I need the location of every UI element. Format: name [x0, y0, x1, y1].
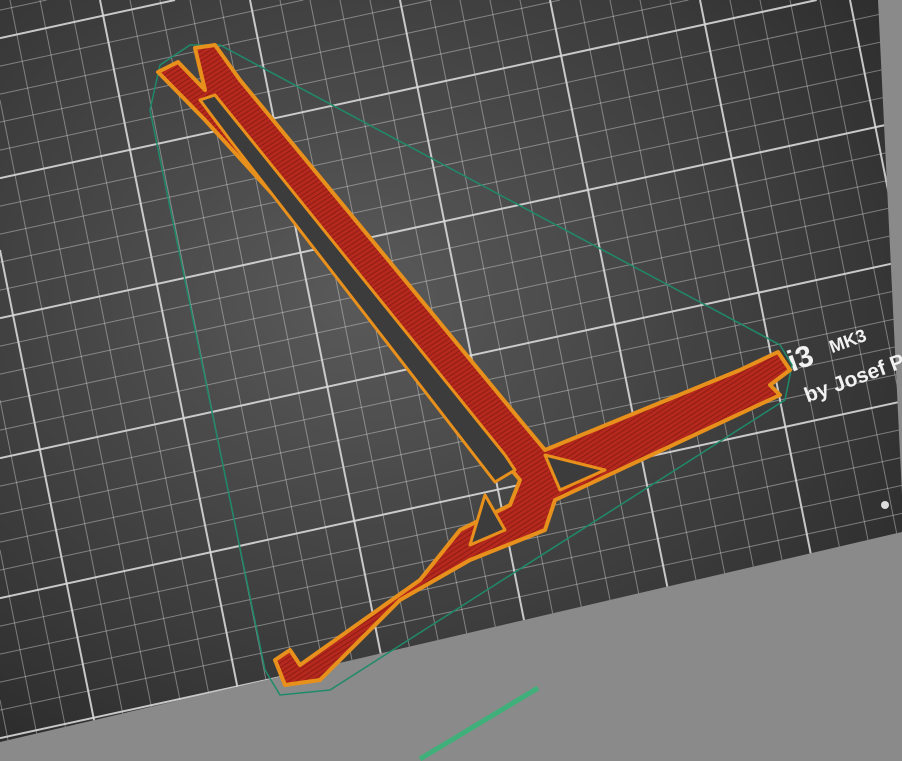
bed-hole: [881, 501, 889, 509]
3d-preview-viewport[interactable]: i3 MK3 by Josef P: [0, 0, 902, 761]
